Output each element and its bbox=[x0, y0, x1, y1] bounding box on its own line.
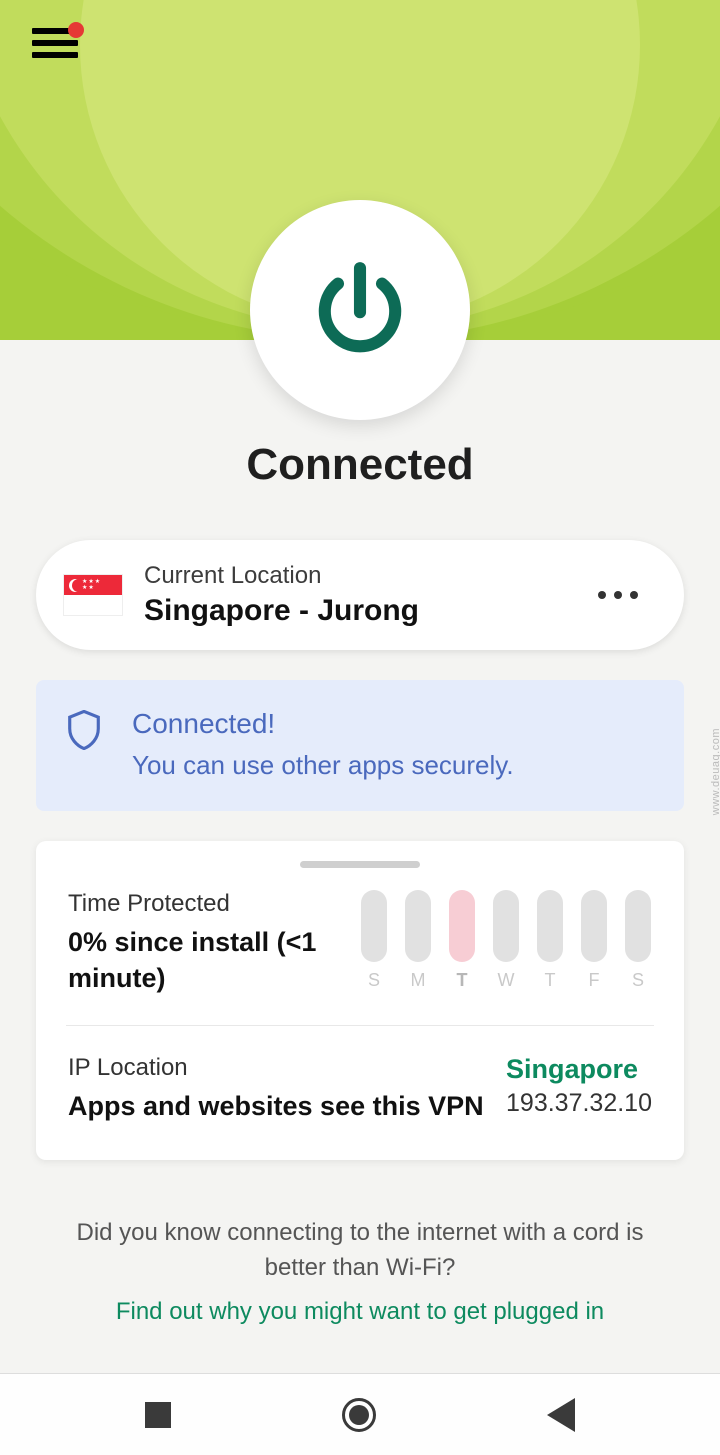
day-bar: T bbox=[448, 890, 476, 991]
tip-link[interactable]: Find out why you might want to get plugg… bbox=[48, 1298, 672, 1326]
day-bar: M bbox=[404, 890, 432, 991]
tip-question: Did you know connecting to the internet … bbox=[48, 1216, 672, 1286]
power-button[interactable] bbox=[250, 200, 470, 420]
connection-status: Connected bbox=[0, 440, 720, 490]
flag-icon: ★★★★★ bbox=[64, 575, 122, 615]
back-button[interactable] bbox=[547, 1398, 575, 1432]
day-bar: T bbox=[536, 890, 564, 991]
location-value: Singapore - Jurong bbox=[144, 594, 588, 628]
ip-address: 193.37.32.10 bbox=[506, 1089, 652, 1118]
day-bar: F bbox=[580, 890, 608, 991]
time-protected-label: Time Protected bbox=[68, 890, 360, 918]
drag-handle[interactable] bbox=[300, 861, 420, 868]
day-bar: S bbox=[624, 890, 652, 991]
watermark: www.deuaq.com bbox=[710, 728, 720, 815]
location-label: Current Location bbox=[144, 562, 588, 590]
time-protected-value: 0% since install (<1 minute) bbox=[68, 924, 360, 997]
ip-location-label: IP Location bbox=[68, 1054, 488, 1082]
week-chart: SMTWTFS bbox=[360, 890, 652, 991]
more-icon[interactable] bbox=[588, 581, 648, 609]
banner-subtitle: You can use other apps securely. bbox=[132, 750, 514, 781]
ip-country: Singapore bbox=[506, 1054, 652, 1085]
shield-icon bbox=[66, 710, 106, 781]
ip-location-desc: Apps and websites see this VPN bbox=[68, 1088, 488, 1124]
android-nav-bar bbox=[0, 1373, 720, 1455]
app-screen: Connected ★★★★★ Current Location Singapo… bbox=[0, 0, 720, 1455]
home-button[interactable] bbox=[342, 1398, 376, 1432]
tip-section: Did you know connecting to the internet … bbox=[0, 1216, 720, 1326]
day-bar: S bbox=[360, 890, 388, 991]
location-card[interactable]: ★★★★★ Current Location Singapore - Juron… bbox=[36, 540, 684, 650]
notification-dot-icon bbox=[68, 22, 84, 38]
info-banner: Connected! You can use other apps secure… bbox=[36, 680, 684, 811]
power-icon bbox=[305, 255, 415, 365]
banner-title: Connected! bbox=[132, 708, 514, 740]
stats-card: Time Protected 0% since install (<1 minu… bbox=[36, 841, 684, 1160]
overview-button[interactable] bbox=[145, 1402, 171, 1428]
menu-button[interactable] bbox=[32, 28, 78, 64]
day-bar: W bbox=[492, 890, 520, 991]
